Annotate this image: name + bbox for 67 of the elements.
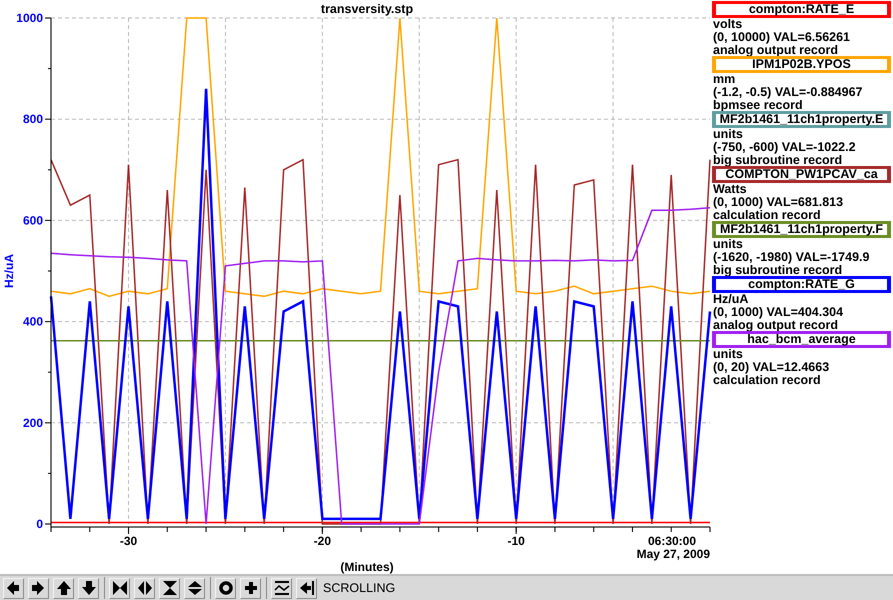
arrow-to-bar-button[interactable] — [296, 578, 317, 598]
graph-icon — [274, 581, 289, 595]
units-label: Watts — [712, 183, 748, 196]
date-label: May 27, 2009 — [636, 547, 710, 561]
time-label: 06:30:00 — [648, 534, 696, 548]
diamond-vertical-icon — [188, 581, 202, 595]
arrow-to-bar-icon — [300, 581, 314, 595]
axis-tick-label: 0 — [36, 517, 43, 531]
axis-tick-label: -20 — [314, 534, 332, 548]
ring-button[interactable] — [215, 578, 236, 598]
arrow-up-icon — [56, 581, 70, 595]
range-value-label: (-750, -600) VAL=-1022.2 — [712, 141, 857, 154]
record-type-label: analog output record — [712, 44, 839, 57]
bowtie-vertical-icon — [162, 581, 176, 595]
ring-icon — [218, 581, 232, 595]
record-type-label: calculation record — [712, 209, 822, 222]
channel-name-box[interactable]: hac_bcm_average — [712, 331, 891, 348]
graph-button[interactable] — [271, 578, 292, 598]
axis-tick-label: 600 — [22, 213, 43, 228]
units-label: volts — [712, 18, 744, 31]
arrow-up-button[interactable] — [53, 578, 74, 598]
record-type-label: calculation record — [712, 374, 822, 387]
y-axis-label: Hz/uA — [2, 254, 16, 288]
axis-tick-label: -30 — [120, 534, 138, 548]
range-value-label: (0, 1000) VAL=681.813 — [712, 196, 844, 209]
axis-tick-label: -10 — [508, 534, 525, 548]
channel-name-box[interactable]: MF2b1461_11ch1property.E — [712, 111, 891, 128]
arrow-right-icon — [32, 581, 44, 595]
record-type-label: analog output record — [712, 319, 839, 332]
range-value-label: (0, 1000) VAL=404.304 — [712, 306, 844, 319]
range-value-label: (-1.2, -0.5) VAL=-0.884967 — [712, 86, 864, 99]
bowtie-horizontal-button[interactable] — [109, 578, 130, 598]
diamond-horizontal-icon — [138, 581, 152, 595]
channel-name-box[interactable]: IPM1P02B.YPOS — [712, 56, 891, 73]
diamond-horizontal-button[interactable] — [134, 578, 155, 598]
channel-name-box[interactable]: COMPTON_PW1PCAV_ca — [712, 166, 891, 183]
axis-tick-label: 200 — [22, 416, 43, 430]
arrow-down-button[interactable] — [78, 578, 99, 598]
axis-tick-label: 400 — [22, 314, 43, 329]
arrow-left-icon — [6, 581, 18, 595]
units-label: units — [712, 238, 744, 251]
units-label: units — [712, 128, 744, 141]
units-label: Hz/uA — [712, 293, 750, 306]
units-label: mm — [712, 73, 736, 86]
mode-status: SCROLLING — [323, 581, 396, 595]
x-axis-label: (Minutes) — [340, 560, 394, 574]
window-title: transversity.stp — [320, 2, 414, 16]
record-type-label: big subroutine record — [712, 154, 844, 167]
range-value-label: (-1620, -1980) VAL=-1749.9 — [712, 251, 870, 264]
arrow-right-button[interactable] — [28, 578, 49, 598]
arrow-left-button[interactable] — [3, 578, 24, 598]
bowtie-vertical-button[interactable] — [159, 578, 180, 598]
record-type-label: big subroutine record — [712, 264, 844, 277]
axis-tick-label: 800 — [22, 112, 43, 126]
plus-button[interactable] — [240, 578, 261, 598]
axis-tick-label: 1000 — [16, 11, 43, 25]
range-value-label: (0, 10000) VAL=6.56261 — [712, 31, 852, 44]
range-value-label: (0, 20) VAL=12.4663 — [712, 361, 830, 374]
channel-name-box[interactable]: MF2b1461_11ch1property.F — [712, 221, 891, 238]
channel-name-box[interactable]: compton:RATE_G — [712, 276, 891, 293]
units-label: units — [712, 348, 744, 361]
arrow-down-icon — [82, 581, 96, 595]
channel-name-box[interactable]: compton:RATE_E — [712, 1, 891, 18]
plus-icon — [244, 582, 256, 594]
diamond-vertical-button[interactable] — [184, 578, 205, 598]
record-type-label: bpmsee record — [712, 99, 804, 112]
bowtie-horizontal-icon — [112, 581, 126, 595]
